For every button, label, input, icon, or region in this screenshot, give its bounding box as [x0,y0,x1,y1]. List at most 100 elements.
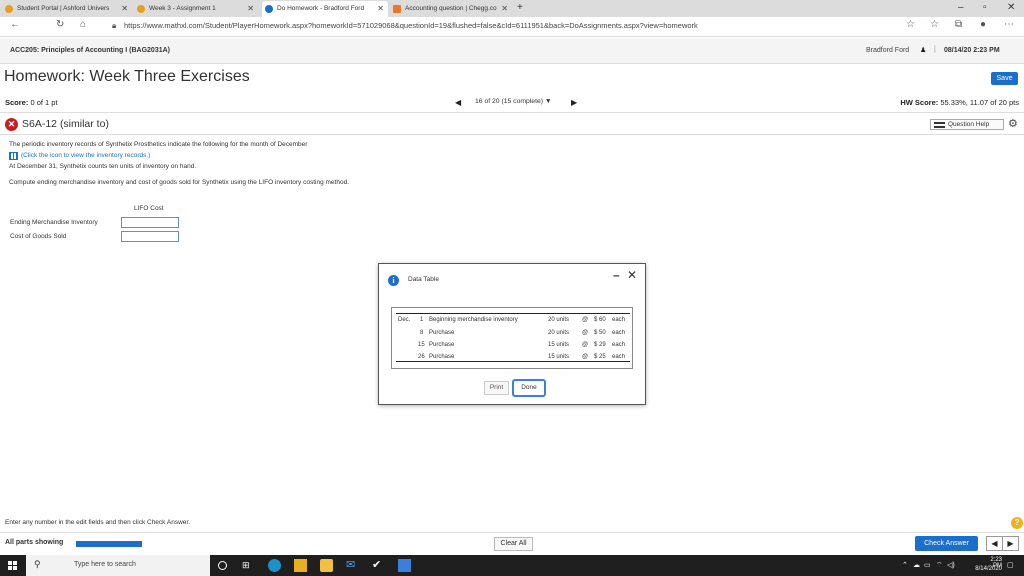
parts-showing-label: All parts showing [5,539,64,546]
tab-student-portal[interactable]: Student Portal | Ashford Univers ✕ [2,1,132,17]
next-part-icon[interactable]: ▶ [1002,536,1019,551]
score-label: Score: [5,98,29,107]
profile-avatar-icon[interactable]: ● [980,19,986,30]
row-day: 15 [418,342,425,348]
course-title: ACC205: Principles of Accounting I (BAG2… [10,47,170,54]
incorrect-icon: ✕ [5,118,18,131]
mail-icon[interactable]: ✉ [346,558,359,571]
task-view-icon[interactable]: ⊞ [242,560,255,573]
tab-label: Do Homework - Bradford Ford [277,5,365,12]
score-value: 0 of 1 pt [30,98,58,107]
ashford-logo-icon [5,5,13,13]
collections-icon[interactable]: ⧉ [955,19,962,30]
restore-window-icon[interactable]: ▫ [983,0,987,16]
info-icon: i [388,275,399,286]
help-icon[interactable]: ? [1011,517,1023,529]
row-units: 15 units [548,342,570,348]
more-menu-icon[interactable]: ⋯ [1004,19,1014,30]
previous-part-icon[interactable]: ◀ [986,536,1003,551]
table-row: 15 Purchase 15 units @ $ 29 each [396,340,630,352]
row-price: $ 60 [594,317,606,323]
row-each: each [612,330,626,336]
row-each: each [612,354,626,360]
network-icon[interactable]: ▭ [924,561,931,569]
question-help-button[interactable]: Question Help [930,119,1004,130]
cortana-icon[interactable] [218,561,227,570]
file-explorer-icon[interactable] [294,559,307,572]
answer-footer: All parts showing Clear All Check Answer… [0,532,1024,554]
wifi-icon[interactable]: ⌔ [936,561,943,570]
store-icon[interactable] [320,559,333,572]
tab-label: Week 3 - Assignment 1 [149,5,216,12]
home-icon[interactable]: ⌂ [80,19,86,30]
row-day: 26 [418,354,425,360]
ending-inventory-input[interactable] [121,217,179,228]
app-icon[interactable]: ✔ [372,558,385,571]
previous-question-icon[interactable]: ◀ [455,98,461,107]
print-button[interactable]: Print [484,381,509,395]
cogs-input[interactable] [121,231,179,242]
volume-icon[interactable]: ◁) [947,561,955,569]
question-progress-label: 16 of 20 (15 complete) [475,98,544,105]
favorite-star-icon[interactable]: ☆ [906,19,915,30]
row-units: 20 units [548,317,570,323]
tab-chegg[interactable]: Accounting question | Chegg.co ✕ [390,1,512,17]
minimize-window-icon[interactable]: – [958,0,964,16]
close-tab-icon[interactable]: ✕ [247,1,254,17]
gear-icon[interactable]: ⚙ [1008,117,1018,130]
row-units: 15 units [548,354,570,360]
new-tab-icon[interactable]: + [517,0,523,16]
problem-instruction: Compute ending merchandise inventory and… [9,179,349,186]
row-each: each [612,317,626,323]
tab-do-homework[interactable]: Do Homework - Bradford Ford ✕ [262,1,388,17]
menu-icon [934,122,945,128]
close-tab-icon[interactable]: ✕ [501,1,508,17]
taskbar-search[interactable]: ⚲ Type here to search [26,555,210,576]
table-body: Dec. 1 Beginning merchandise inventory 2… [396,313,630,362]
row-at: @ [582,342,589,348]
data-table-dialog: i Data Table – ✕ Dec. 1 Beginning mercha… [378,263,646,405]
close-dialog-icon[interactable]: ✕ [627,268,637,282]
clock-date[interactable]: 8/14/2020 [972,566,1002,572]
inventory-records-link[interactable]: (Click the icon to view the inventory re… [9,152,150,160]
user-name[interactable]: Bradford Ford [866,47,909,54]
done-button[interactable]: Done [512,379,546,397]
photos-icon[interactable] [398,559,411,572]
minimize-dialog-icon[interactable]: – [613,268,620,282]
row-day: 1 [420,317,424,323]
check-answer-button[interactable]: Check Answer [915,536,978,551]
ashford-logo-icon [137,5,145,13]
mathxl-logo-icon [265,5,273,13]
taskbar: ⚲ Type here to search ⊞ ✉ ✔ ⌃ ☁ ▭ ⌔ ◁) 2… [0,555,1024,576]
url-field[interactable]: https://www.mathxl.com/Student/PlayerHom… [124,21,698,30]
question-id: S6A-12 (similar to) [22,118,109,130]
tab-week3-assignment[interactable]: Week 3 - Assignment 1 ✕ [134,1,258,17]
edge-browser-icon[interactable] [268,559,281,572]
table-icon[interactable] [9,152,18,160]
close-window-icon[interactable]: ✕ [1007,0,1015,16]
favorites-bar-icon[interactable]: ☆ [930,19,939,30]
problem-count: At December 31, Synthetix counts ten uni… [9,163,197,170]
page-title: Homework: Week Three Exercises [4,68,250,85]
table-row: 26 Purchase 15 units @ $ 25 each [396,352,630,364]
question-progress[interactable]: 16 of 20 (15 complete) ▼ [475,98,552,105]
notifications-icon[interactable]: ▢ [1007,561,1014,569]
cloud-icon[interactable]: ☁ [913,561,920,569]
close-tab-icon[interactable]: ✕ [121,1,128,17]
current-datetime: 08/14/20 2:23 PM [944,47,1000,54]
save-button[interactable]: Save [991,72,1018,85]
refresh-icon[interactable]: ↻ [56,19,64,30]
hw-score-value: 55.33%, 11.07 of 20 pts [940,98,1019,107]
row-description: Purchase [429,330,455,336]
windows-start-icon[interactable] [8,561,17,570]
next-question-icon[interactable]: ▶ [571,98,577,107]
lock-icon: 🔒︎ [112,21,117,30]
ending-inventory-label: Ending Merchandise Inventory [10,219,98,226]
tray-arrow-icon[interactable]: ⌃ [902,561,908,569]
close-tab-icon[interactable]: ✕ [377,1,384,17]
table-row: 8 Purchase 20 units @ $ 50 each [396,328,630,340]
search-icon: ⚲ [34,559,41,569]
back-arrow-icon[interactable]: ← [10,19,20,30]
problem-intro: The periodic inventory records of Synthe… [9,141,308,148]
clear-all-button[interactable]: Clear All [494,537,533,551]
